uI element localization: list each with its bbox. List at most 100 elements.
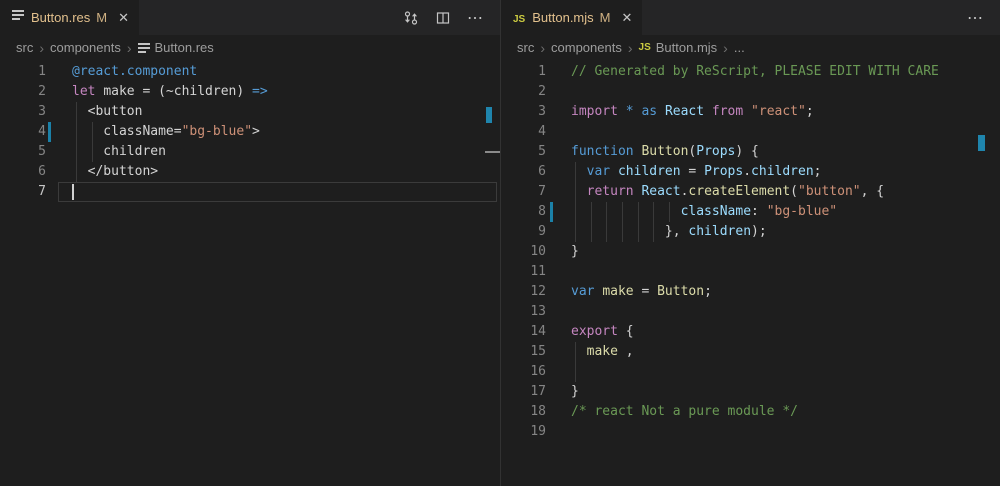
code-text: export { xyxy=(571,322,634,342)
line-number: 11 xyxy=(501,262,546,282)
code-token: Props xyxy=(704,164,743,179)
indent-guide xyxy=(575,362,576,382)
code-token: > xyxy=(252,124,260,139)
code-editor[interactable]: 1// Generated by ReScript, PLEASE EDIT W… xyxy=(501,60,1000,486)
code-token: createElement xyxy=(688,184,790,199)
more-actions-icon[interactable]: ⋯ xyxy=(967,8,984,28)
chevron-right-icon: › xyxy=(540,40,545,56)
line-number: 1 xyxy=(0,62,46,82)
breadcrumb-item[interactable]: Button.res xyxy=(138,40,214,55)
line-number: 6 xyxy=(0,162,46,182)
code-line[interactable]: 1 @react.component xyxy=(0,62,500,82)
more-actions-icon[interactable]: ⋯ xyxy=(467,8,484,28)
code-token: className xyxy=(681,204,751,219)
code-text: function Button(Props) { xyxy=(571,142,759,162)
code-line[interactable]: 6 </button> xyxy=(0,162,500,182)
line-number: 2 xyxy=(0,82,46,102)
open-changes-icon[interactable] xyxy=(403,10,419,26)
rescript-file-icon xyxy=(12,8,24,22)
line-number: 5 xyxy=(501,142,546,162)
code-token: Props xyxy=(696,144,735,159)
breadcrumb-item[interactable]: ... xyxy=(734,40,745,55)
code-line[interactable]: 5 function Button(Props) { xyxy=(501,142,1000,162)
javascript-file-icon: JS xyxy=(513,9,525,27)
code-line[interactable]: 17} xyxy=(501,382,1000,402)
code-token: * as xyxy=(626,104,665,119)
tab-button-mjs[interactable]: JS Button.mjs M ✕ xyxy=(501,0,643,35)
code-line[interactable]: 6 var children = Props.children; xyxy=(501,162,1000,182)
code-token: Button xyxy=(641,144,688,159)
git-modified-gutter-marker xyxy=(48,122,51,142)
code-line[interactable]: 2let make = (~children) => xyxy=(0,82,500,102)
line-number: 8 xyxy=(501,202,546,222)
code-token xyxy=(571,164,587,179)
modified-badge: M xyxy=(600,10,611,25)
code-line[interactable]: 3 <button xyxy=(0,102,500,122)
breadcrumb-item[interactable]: src xyxy=(16,40,33,55)
code-token: from xyxy=(712,104,751,119)
editor-actions: ⋯ xyxy=(967,0,1000,35)
code-line[interactable]: 19 xyxy=(501,422,1000,442)
code-text: make , xyxy=(571,342,634,362)
breadcrumb-label: Button.mjs xyxy=(656,40,717,55)
code-token: = xyxy=(634,284,657,299)
code-line[interactable]: 16 xyxy=(501,362,1000,382)
rescript-file-icon xyxy=(12,8,24,27)
code-text: @react.component xyxy=(72,62,197,82)
code-token: export xyxy=(571,324,626,339)
line-number: 15 xyxy=(501,342,546,362)
code-token xyxy=(571,344,587,359)
line-number: 3 xyxy=(0,102,46,122)
tab-bar: Button.res M ✕ ⋯ xyxy=(0,0,500,35)
code-token: <button xyxy=(72,104,142,119)
code-token: , xyxy=(618,344,634,359)
code-line[interactable]: 7 return React.createElement("button", { xyxy=(501,182,1000,202)
breadcrumb-label: components xyxy=(551,40,622,55)
code-line[interactable]: 9 }, children); xyxy=(501,222,1000,242)
breadcrumb-label: components xyxy=(50,40,121,55)
rescript-file-icon xyxy=(138,41,150,55)
breadcrumb-item[interactable]: JS Button.mjs xyxy=(639,40,718,55)
code-line[interactable]: 18/* react Not a pure module */ xyxy=(501,402,1000,422)
code-text: children xyxy=(72,142,166,162)
code-text: var children = Props.children; xyxy=(571,162,822,182)
code-line[interactable]: 1// Generated by ReScript, PLEASE EDIT W… xyxy=(501,62,1000,82)
code-line[interactable]: 5 children xyxy=(0,142,500,162)
code-line[interactable]: 13 xyxy=(501,302,1000,322)
code-token: children xyxy=(618,164,681,179)
code-line[interactable]: 11 xyxy=(501,262,1000,282)
js-icon: JS xyxy=(639,42,651,53)
line-number: 7 xyxy=(0,182,46,202)
breadcrumb-item[interactable]: components xyxy=(551,40,622,55)
code-token: className= xyxy=(72,124,182,139)
chevron-right-icon: › xyxy=(628,40,633,56)
code-token: Button xyxy=(657,284,704,299)
code-line[interactable]: 12var make = Button; xyxy=(501,282,1000,302)
code-token: ); xyxy=(751,224,767,239)
code-token: "button" xyxy=(798,184,861,199)
code-line[interactable]: 15 make , xyxy=(501,342,1000,362)
close-icon[interactable]: ✕ xyxy=(118,11,129,24)
code-token: . xyxy=(743,164,751,179)
code-line[interactable]: 7 xyxy=(0,182,500,202)
code-line[interactable]: 3import * as React from "react"; xyxy=(501,102,1000,122)
tab-button-res[interactable]: Button.res M ✕ xyxy=(0,0,140,35)
code-line[interactable]: 4 className="bg-blue"> xyxy=(0,122,500,142)
breadcrumb: src›components›Button.res xyxy=(0,35,500,60)
code-line[interactable]: 10} xyxy=(501,242,1000,262)
breadcrumb-item[interactable]: components xyxy=(50,40,121,55)
code-token: ; xyxy=(806,104,814,119)
line-number: 19 xyxy=(501,422,546,442)
close-icon[interactable]: ✕ xyxy=(622,11,633,24)
code-text: // Generated by ReScript, PLEASE EDIT WI… xyxy=(571,62,939,82)
code-editor[interactable]: 1 @react.component2let make = (~children)… xyxy=(0,60,500,486)
breadcrumb-item[interactable]: src xyxy=(517,40,534,55)
code-line[interactable]: 2 xyxy=(501,82,1000,102)
code-text: </button> xyxy=(72,162,158,182)
code-line[interactable]: 8 className: "bg-blue" xyxy=(501,202,1000,222)
code-line[interactable]: 14export { xyxy=(501,322,1000,342)
breadcrumb: src›components›JSButton.mjs›... xyxy=(501,35,1000,60)
code-token: ( xyxy=(790,184,798,199)
split-editor-icon[interactable] xyxy=(435,10,451,26)
code-line[interactable]: 4 xyxy=(501,122,1000,142)
